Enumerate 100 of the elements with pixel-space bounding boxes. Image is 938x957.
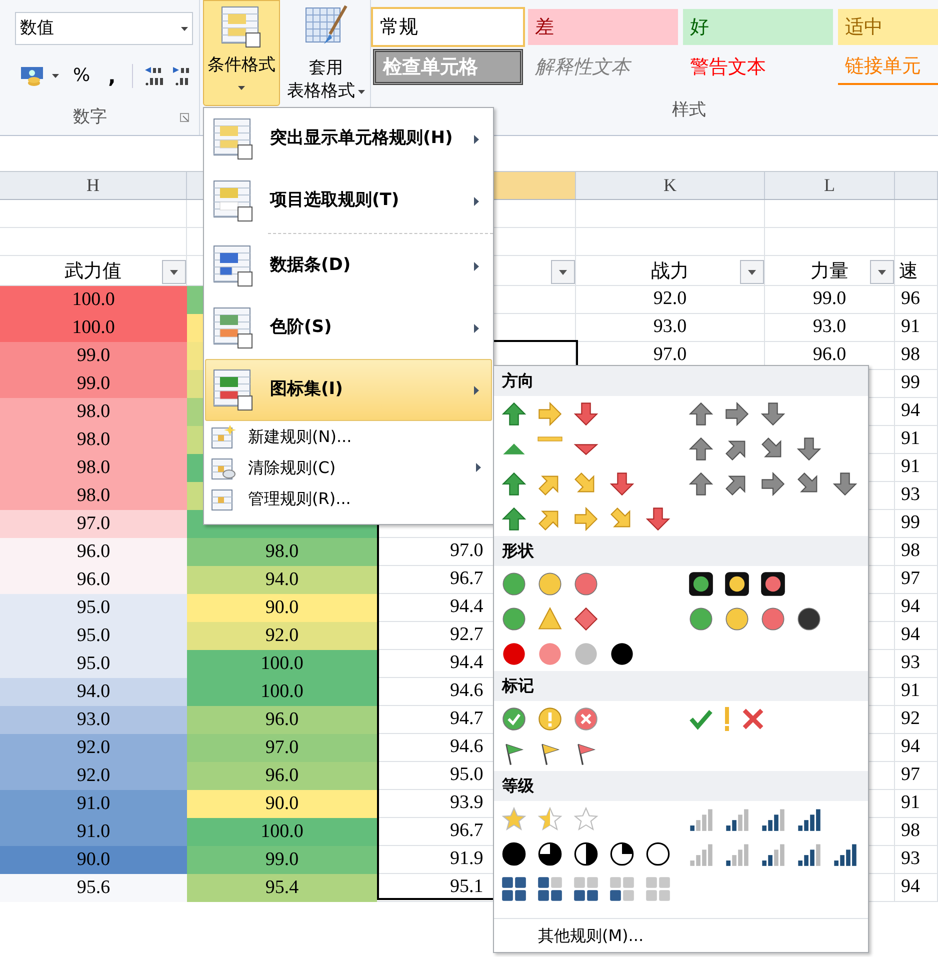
dropdown-caret-icon <box>181 26 188 30</box>
currency-button[interactable] <box>20 64 59 88</box>
table-cell: 91 <box>895 454 938 482</box>
table-cell: 94.0 <box>187 566 377 594</box>
squares-icon <box>645 876 671 902</box>
table-cell: 96.0 <box>0 566 187 594</box>
table-cell: 98.0 <box>187 538 377 566</box>
comma-button[interactable]: , <box>108 66 116 86</box>
table-cell: 92.0 <box>0 734 187 762</box>
cell-style-option[interactable]: 警告文本 <box>683 49 833 85</box>
menu-item[interactable]: 项目选取规则(T) <box>205 170 492 232</box>
increase-decimal-icon[interactable] <box>142 65 165 87</box>
menu-item[interactable]: 突出显示单元格规则(H) <box>205 108 492 170</box>
down-arrow-icon <box>760 400 786 426</box>
circle-icon <box>537 640 563 666</box>
circle-icon <box>796 606 822 632</box>
menu-item[interactable]: 清除规则(C) <box>204 452 493 483</box>
down-arrow-icon <box>796 436 822 462</box>
new-rule-icon <box>210 424 236 450</box>
section-header: 标记 <box>502 675 534 697</box>
table-cell: 93.0 <box>576 314 765 342</box>
filter-button[interactable] <box>551 260 575 284</box>
section-header: 方向 <box>502 370 534 392</box>
table-cell: 94 <box>895 874 938 902</box>
column-title: 速 <box>899 258 918 284</box>
star-icon <box>501 806 527 832</box>
pie-icon <box>645 840 671 866</box>
table-cell: 95.0 <box>0 622 187 650</box>
up-arrow-icon <box>688 400 714 426</box>
filter-button[interactable] <box>870 260 894 284</box>
menu-item[interactable]: 新建规则(N)... <box>204 421 493 452</box>
menu-item[interactable]: 数据条(D) <box>205 235 492 297</box>
menu-item[interactable]: 其他规则(M)... <box>538 924 644 948</box>
column-header[interactable]: H <box>0 172 187 199</box>
table-cell: 99.0 <box>187 846 377 874</box>
number-format-field[interactable]: 数值 <box>15 12 193 45</box>
conditional-formatting-button[interactable]: 条件格式 <box>203 0 280 106</box>
traffic-light-icon <box>760 570 786 596</box>
table-cell: 98 <box>895 342 938 370</box>
highlight-rules-icon <box>220 5 264 49</box>
menu-item[interactable]: 图标集(I) <box>205 359 492 421</box>
circle-icon <box>501 640 527 666</box>
group-label: 样式 <box>672 99 707 122</box>
circle-icon <box>501 606 527 632</box>
circle-icon <box>501 570 527 596</box>
table-cell: 98.0 <box>0 454 187 482</box>
pie-icon <box>537 840 563 866</box>
table-cell: 91.0 <box>0 790 187 818</box>
format-as-table-button[interactable]: 套用 表格格式 <box>282 0 370 106</box>
up-arrow-icon <box>688 470 714 496</box>
exclamation-icon <box>724 706 730 732</box>
table-cell: 97 <box>895 762 938 790</box>
table-cell: 96 <box>895 286 938 314</box>
table-cell: 94.0 <box>0 678 187 706</box>
filter-button[interactable] <box>162 260 186 284</box>
menu-item[interactable]: 色阶(S) <box>205 297 492 359</box>
caret-icon <box>878 270 886 274</box>
caret-icon <box>238 86 245 90</box>
table-cell: 93 <box>895 846 938 874</box>
cell-style-option[interactable]: 适中 <box>838 9 938 45</box>
column-header[interactable]: L <box>765 172 895 199</box>
table-cell: 99.0 <box>0 342 187 370</box>
table-cell: 93.0 <box>765 314 895 342</box>
star-icon <box>537 806 563 832</box>
cell-style-option[interactable]: 差 <box>528 9 678 45</box>
table-cell: 90.0 <box>187 790 377 818</box>
filter-button[interactable] <box>740 260 764 284</box>
squares-icon <box>501 876 527 902</box>
cell-style-option[interactable]: 好 <box>683 9 833 45</box>
table-cell: 99.0 <box>0 370 187 398</box>
up-arrow-icon <box>501 470 527 496</box>
table-cell: 98.0 <box>0 482 187 510</box>
traffic-light-icon <box>724 570 750 596</box>
table-cell: 91.0 <box>0 818 187 846</box>
squares-icon <box>573 876 599 902</box>
check-circle-icon <box>501 706 527 732</box>
table-cell: 98.0 <box>0 398 187 426</box>
table-cell: 93 <box>895 650 938 678</box>
table-cell: 95.0 <box>0 650 187 678</box>
cell-style-option[interactable]: 常规 <box>373 9 523 45</box>
cell-style-option[interactable]: 解释性文本 <box>528 49 678 85</box>
table-cell: 97.0 <box>187 734 377 762</box>
table-cell: 92.0 <box>0 762 187 790</box>
table-cell: 90.0 <box>0 846 187 874</box>
table-cell: 99 <box>895 370 938 398</box>
table-cell: 94 <box>895 398 938 426</box>
circle-icon <box>760 606 786 632</box>
right-arrow-icon <box>537 400 563 426</box>
percent-button[interactable]: % <box>73 67 90 85</box>
table-cell: 94 <box>895 622 938 650</box>
dialog-launcher-icon[interactable] <box>180 113 189 122</box>
table-cell: 92.0 <box>576 286 765 314</box>
column-header[interactable]: K <box>576 172 765 199</box>
section-header: 形状 <box>502 540 534 562</box>
table-cell: 95.4 <box>187 874 377 902</box>
traffic-light-icon <box>688 570 714 596</box>
table-cell: 91 <box>895 426 938 454</box>
circle-icon <box>573 570 599 596</box>
pie-icon <box>573 840 599 866</box>
menu-item[interactable]: 管理规则(R)... <box>204 483 493 514</box>
